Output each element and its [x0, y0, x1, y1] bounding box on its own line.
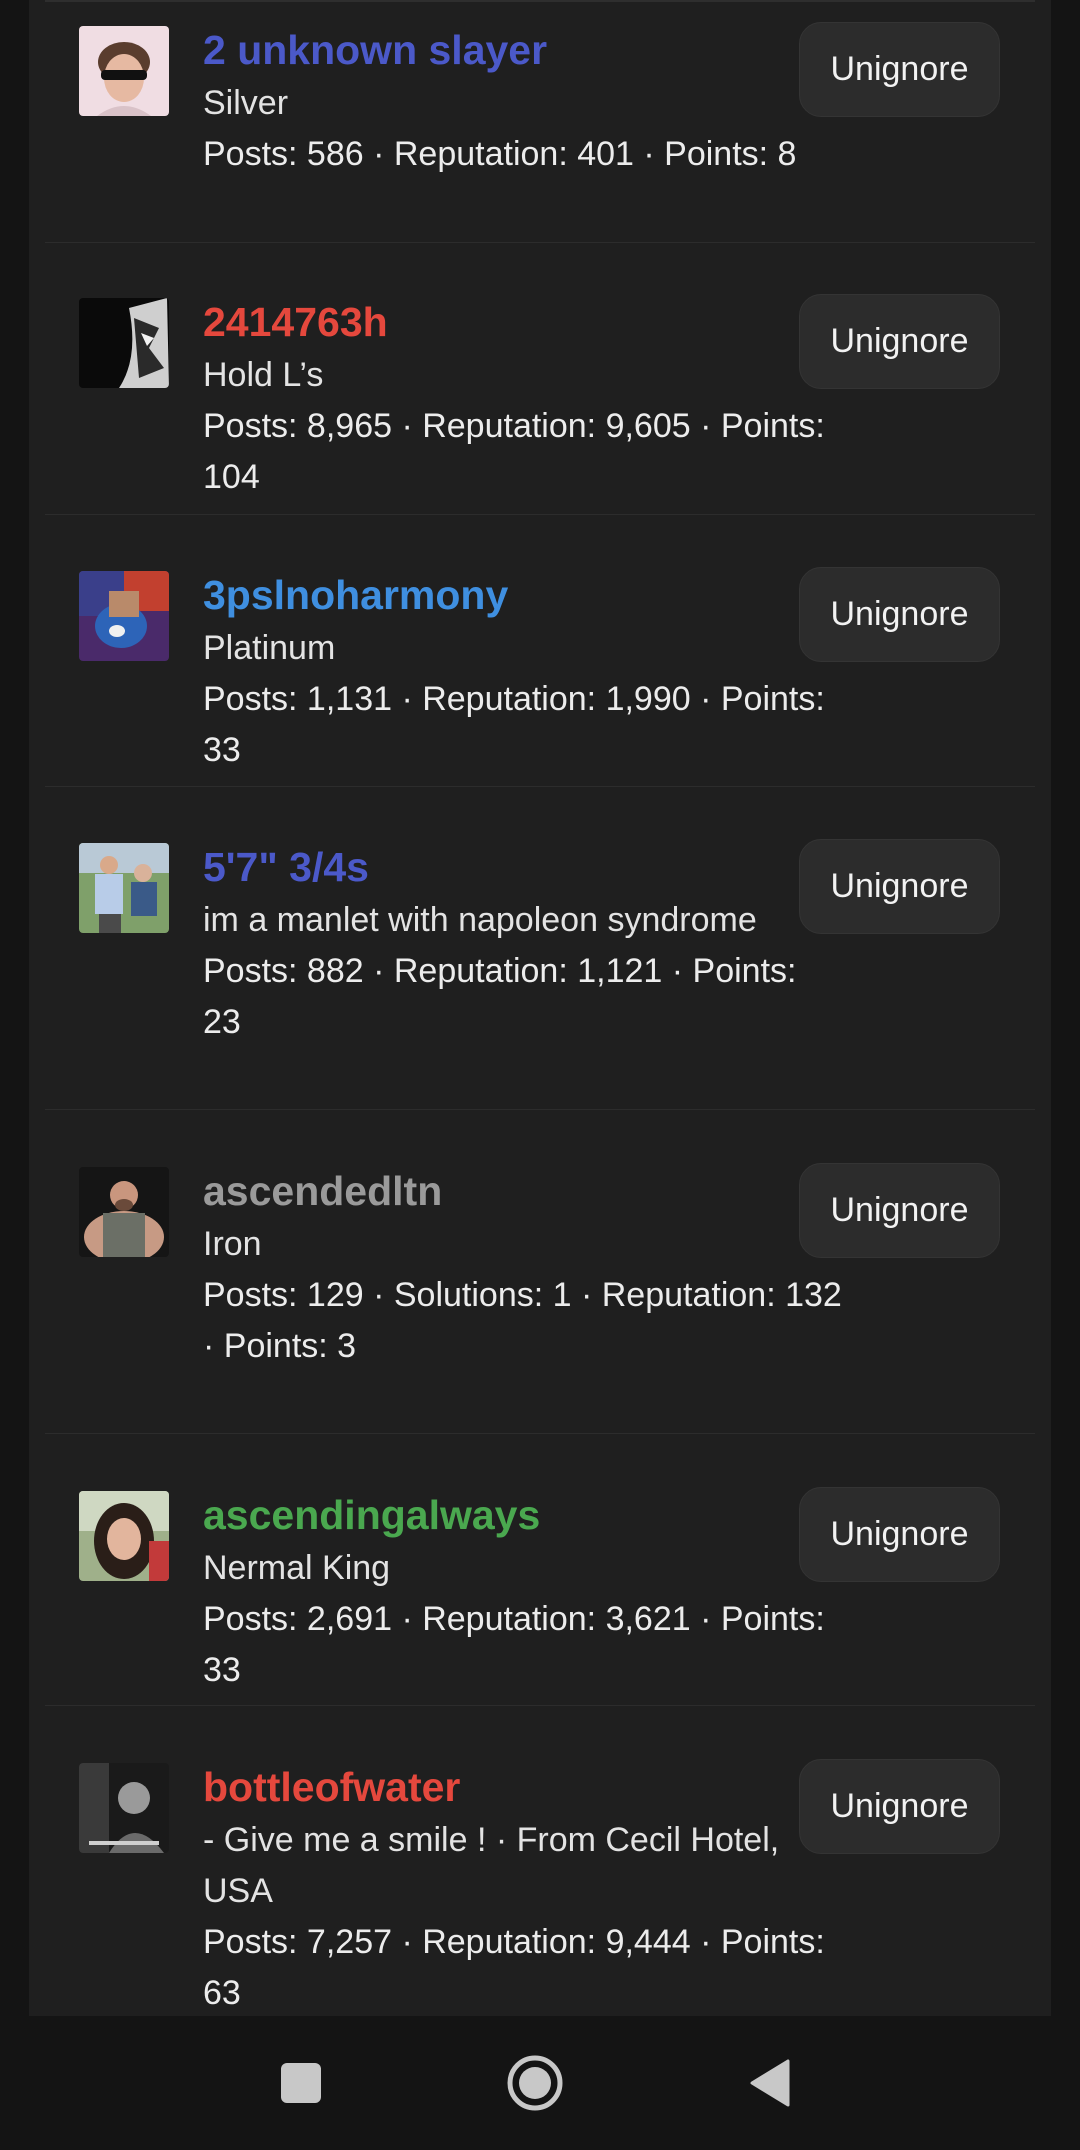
circle-home-icon — [507, 2055, 563, 2111]
ignored-users-list: 2 unknown slayer Silver Posts: 586 · Rep… — [45, 0, 1035, 2016]
user-stats: Posts: 1,131 · Reputation: 1,990 · Point… — [203, 680, 825, 769]
square-icon — [281, 2063, 321, 2103]
username-link[interactable]: 2 unknown slayer — [203, 22, 843, 78]
ignored-user-row: ascendedltn Iron Posts: 129 · Solutions:… — [45, 1110, 1035, 1434]
user-title: Nermal King — [203, 1549, 391, 1587]
username-link[interactable]: bottleofwater — [203, 1759, 843, 1815]
triangle-back-icon — [750, 2059, 790, 2107]
unignore-button[interactable]: Unignore — [799, 294, 1000, 389]
avatar-dark-anime-icon — [79, 298, 169, 388]
avatar-cartoon-icon — [79, 571, 169, 661]
user-title: - Give me a smile ! · From Cecil Hotel, … — [203, 1821, 780, 1910]
user-title: Silver — [203, 84, 289, 122]
user-info: ascendedltn Iron Posts: 129 · Solutions:… — [203, 1163, 843, 1372]
unignore-button[interactable]: Unignore — [799, 839, 1000, 934]
recents-button[interactable] — [241, 2016, 361, 2150]
user-stats: Posts: 129 · Solutions: 1 · Reputation: … — [203, 1276, 842, 1365]
user-avatar[interactable] — [79, 1763, 169, 1853]
avatar-sunglasses-boy-icon — [79, 26, 169, 116]
user-info: ascendingalways Nermal King Posts: 2,691… — [203, 1487, 843, 1696]
avatar-monochrome-icon — [79, 1763, 169, 1853]
user-info: 2414763h Hold L’s Posts: 8,965 · Reputat… — [203, 294, 843, 503]
user-avatar[interactable] — [79, 1167, 169, 1257]
user-info: bottleofwater - Give me a smile ! · From… — [203, 1759, 843, 2019]
ignored-user-row: 2414763h Hold L’s Posts: 8,965 · Reputat… — [45, 243, 1035, 515]
username-link[interactable]: 2414763h — [203, 294, 843, 350]
user-title: Iron — [203, 1225, 262, 1263]
user-stats: Posts: 882 · Reputation: 1,121 · Points:… — [203, 952, 797, 1041]
user-avatar[interactable] — [79, 298, 169, 388]
username-link[interactable]: 3pslnoharmony — [203, 567, 843, 623]
unignore-button[interactable]: Unignore — [799, 567, 1000, 662]
avatar-girl-icon — [79, 1491, 169, 1581]
unignore-button[interactable]: Unignore — [799, 22, 1000, 117]
home-button[interactable] — [475, 2016, 595, 2150]
user-title: im a manlet with napoleon syndrome — [203, 901, 757, 939]
user-stats: Posts: 586 · Reputation: 401 · Points: 8 — [203, 135, 797, 173]
avatar-two-people-icon — [79, 843, 169, 933]
unignore-button[interactable]: Unignore — [799, 1487, 1000, 1582]
user-info: 2 unknown slayer Silver Posts: 586 · Rep… — [203, 22, 843, 180]
ignored-user-row: 5'7" 3/4s im a manlet with napoleon synd… — [45, 787, 1035, 1110]
ignored-user-row: ascendingalways Nermal King Posts: 2,691… — [45, 1434, 1035, 1706]
user-stats: Posts: 7,257 · Reputation: 9,444 · Point… — [203, 1923, 825, 2012]
user-stats: Posts: 8,965 · Reputation: 9,605 · Point… — [203, 407, 825, 496]
user-avatar[interactable] — [79, 843, 169, 933]
user-avatar[interactable] — [79, 26, 169, 116]
user-stats: Posts: 2,691 · Reputation: 3,621 · Point… — [203, 1600, 825, 1689]
user-info: 3pslnoharmony Platinum Posts: 1,131 · Re… — [203, 567, 843, 776]
ignored-user-row: bottleofwater - Give me a smile ! · From… — [45, 1706, 1035, 2016]
ignored-user-row: 2 unknown slayer Silver Posts: 586 · Rep… — [45, 0, 1035, 243]
ignored-user-row: 3pslnoharmony Platinum Posts: 1,131 · Re… — [45, 515, 1035, 787]
username-link[interactable]: ascendedltn — [203, 1163, 843, 1219]
user-avatar[interactable] — [79, 571, 169, 661]
username-link[interactable]: 5'7" 3/4s — [203, 839, 843, 895]
system-navigation-bar — [0, 2016, 1080, 2150]
user-avatar[interactable] — [79, 1491, 169, 1581]
user-title: Hold L’s — [203, 356, 324, 394]
unignore-button[interactable]: Unignore — [799, 1759, 1000, 1854]
user-info: 5'7" 3/4s im a manlet with napoleon synd… — [203, 839, 843, 1048]
user-title: Platinum — [203, 629, 336, 667]
avatar-bodybuilder-icon — [79, 1167, 169, 1257]
back-button[interactable] — [710, 2016, 830, 2150]
unignore-button[interactable]: Unignore — [799, 1163, 1000, 1258]
username-link[interactable]: ascendingalways — [203, 1487, 843, 1543]
ignored-users-page: 2 unknown slayer Silver Posts: 586 · Rep… — [0, 0, 1080, 2150]
